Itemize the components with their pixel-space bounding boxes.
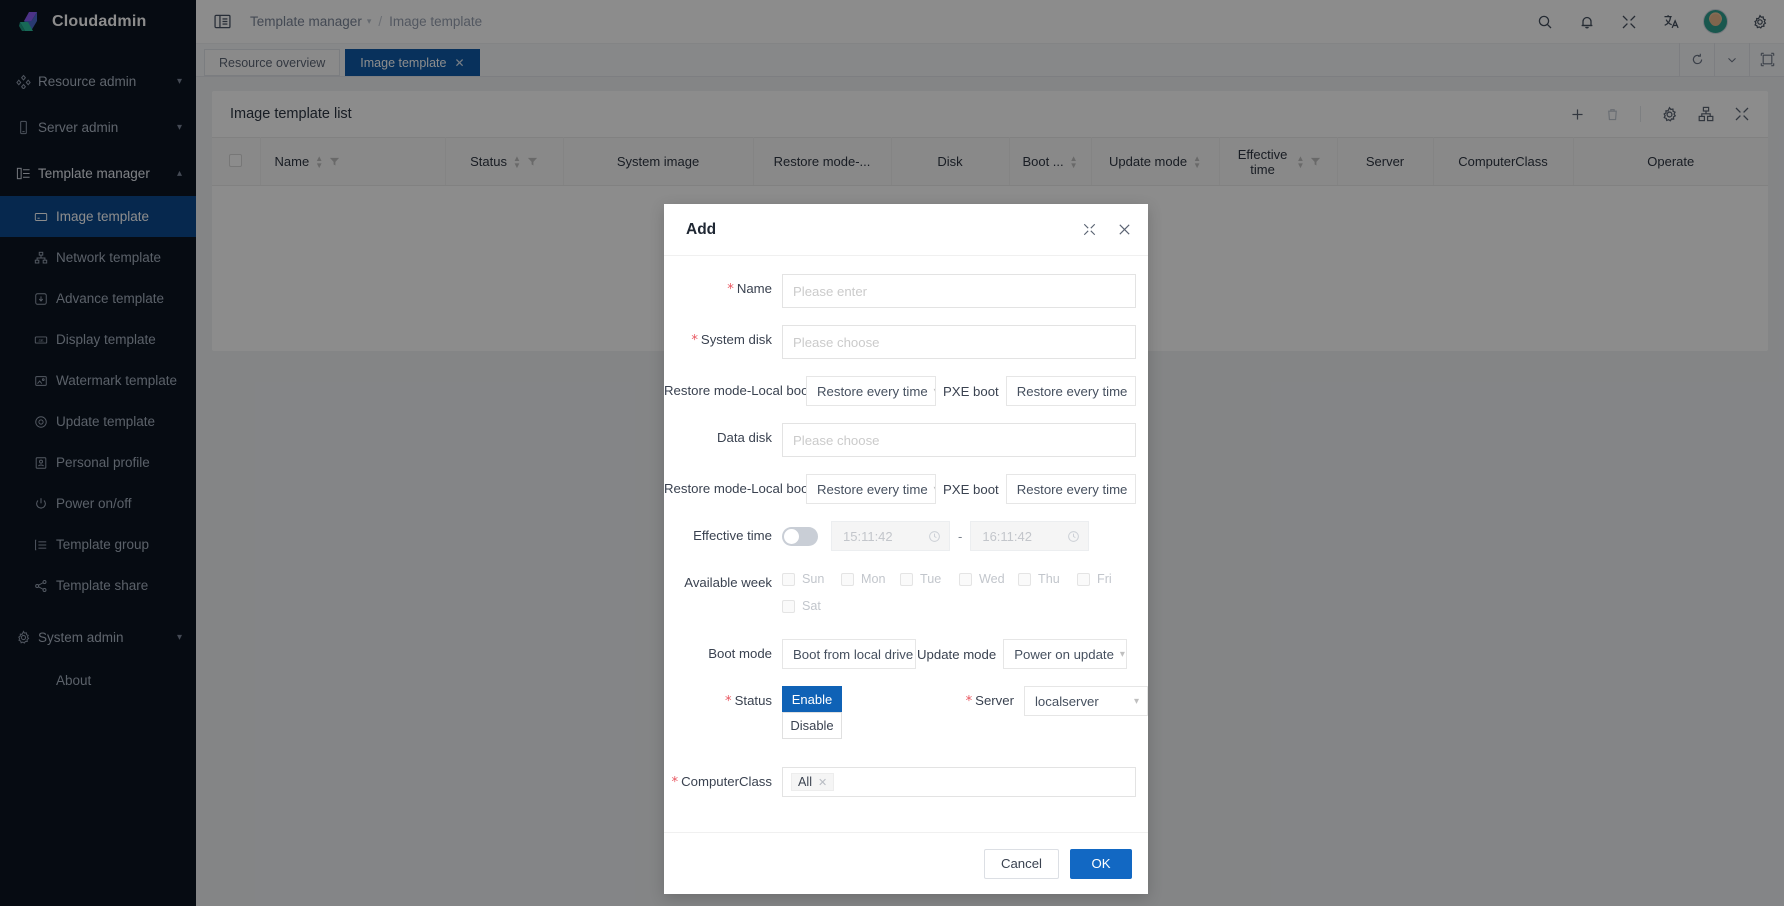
restore-mode-1-pxe-label: PXE boot <box>943 383 999 399</box>
effective-time-label: Effective time <box>693 528 772 543</box>
restore-mode-1-pxe-value: Restore every time <box>1016 383 1128 399</box>
checkbox-box <box>900 572 913 586</box>
boot-mode-label: Boot mode <box>708 646 772 661</box>
field-row-effective-time: Effective time 15:11:42 - 16:11:42 <box>664 521 1148 551</box>
add-template-dialog: Add Name Pleas <box>664 204 1148 894</box>
field-row-data-disk: Data disk Please choose <box>664 423 1148 457</box>
update-mode-label: Update mode <box>917 646 997 662</box>
system-disk-label: System disk <box>664 325 782 356</box>
checkbox-box <box>782 599 795 613</box>
cancel-button[interactable]: Cancel <box>983 848 1059 879</box>
chevron-down-icon: ▾ <box>1119 648 1125 660</box>
data-disk-select[interactable]: Please choose <box>782 423 1136 457</box>
server-value: localserver <box>1035 693 1099 709</box>
week-checkbox-sun[interactable]: Sun <box>782 568 841 590</box>
field-row-restore-mode-2: Restore mode-Local boot Restore every ti… <box>664 474 1148 504</box>
week-label: Wed <box>979 572 1005 586</box>
week-label: Sun <box>802 572 825 586</box>
tag-label: All <box>798 775 812 789</box>
computer-class-select[interactable]: All ✕ <box>782 767 1136 797</box>
dialog-title: Add <box>686 220 717 238</box>
name-input[interactable]: Please enter <box>782 274 1136 308</box>
week-label: Fri <box>1097 572 1112 586</box>
effective-time-start-value: 15:11:42 <box>843 528 893 544</box>
field-row-name: Name Please enter <box>664 274 1148 308</box>
effective-time-end-value: 16:11:42 <box>982 528 1032 544</box>
name-placeholder: Please enter <box>793 283 868 299</box>
remove-tag-icon[interactable]: ✕ <box>818 776 827 789</box>
app-root: Cloudadmin Resource admin ▾ Server admin… <box>0 0 1784 906</box>
week-checkbox-thu[interactable]: Thu <box>1018 568 1077 590</box>
status-label: Status <box>664 686 782 717</box>
clock-icon <box>928 530 941 543</box>
effective-time-start-input[interactable]: 15:11:42 <box>831 521 950 551</box>
dialog-body: Name Please enter System disk Please cho… <box>664 256 1148 832</box>
week-label: Thu <box>1038 572 1060 586</box>
field-row-restore-mode-1: Restore mode-Local boot Restore every ti… <box>664 376 1148 406</box>
week-checkbox-mon[interactable]: Mon <box>841 568 900 590</box>
computer-class-label: ComputerClass <box>664 767 782 798</box>
available-week-label: Available week <box>684 575 772 590</box>
update-mode-value: Power on update <box>1014 646 1114 662</box>
restore-mode-2-pxe-select[interactable]: Restore every time <box>1005 474 1136 504</box>
field-row-status: Status Enable Disable Server localserver… <box>664 686 1148 739</box>
server-label: Server <box>966 686 1024 717</box>
status-option-disable[interactable]: Disable <box>782 712 842 739</box>
ok-button[interactable]: OK <box>1070 848 1132 879</box>
week-checkbox-fri[interactable]: Fri <box>1077 568 1136 590</box>
week-label: Mon <box>861 572 886 586</box>
restore-mode-2-label: Restore mode-Local boot <box>664 481 806 496</box>
computer-class-tag: All ✕ <box>791 773 835 791</box>
status-option-enable[interactable]: Enable <box>782 686 842 713</box>
restore-mode-1-local-value: Restore every time <box>817 383 928 399</box>
system-disk-select[interactable]: Please choose <box>782 325 1136 359</box>
effective-time-toggle[interactable] <box>782 526 818 546</box>
expand-icon[interactable] <box>1082 222 1097 237</box>
server-select[interactable]: localserver ▾ <box>1024 686 1148 716</box>
field-row-available-week: Available week Sun Mon Tue Wed Thu Fri S… <box>664 568 1148 617</box>
data-disk-label: Data disk <box>717 430 772 445</box>
checkbox-box <box>841 572 854 586</box>
restore-mode-2-pxe-label: PXE boot <box>943 481 999 497</box>
checkbox-box <box>959 572 972 586</box>
name-label: Name <box>664 274 782 305</box>
update-mode-select[interactable]: Power on update ▾ <box>1003 639 1128 669</box>
week-checkbox-tue[interactable]: Tue <box>900 568 959 590</box>
close-icon[interactable] <box>1117 222 1132 237</box>
available-week-checkbox-group: Sun Mon Tue Wed Thu Fri Sat <box>782 568 1148 617</box>
restore-mode-2-local-select[interactable]: Restore every time ▾ <box>806 474 936 504</box>
time-range-separator: - <box>958 528 963 544</box>
chevron-down-icon: ▾ <box>1133 695 1139 707</box>
checkbox-box <box>1018 572 1031 586</box>
week-label: Sat <box>802 599 821 613</box>
dialog-header: Add <box>664 204 1148 256</box>
week-checkbox-sat[interactable]: Sat <box>782 595 841 617</box>
week-checkbox-wed[interactable]: Wed <box>959 568 1018 590</box>
checkbox-box <box>1077 572 1090 586</box>
dialog-header-actions <box>1082 222 1132 237</box>
restore-mode-1-pxe-select[interactable]: Restore every time <box>1005 376 1136 406</box>
restore-mode-1-local-select[interactable]: Restore every time ▾ <box>806 376 936 406</box>
checkbox-box <box>782 572 795 586</box>
clock-icon <box>1067 530 1080 543</box>
restore-mode-1-label: Restore mode-Local boot <box>664 383 806 398</box>
restore-mode-2-local-value: Restore every time <box>817 481 928 497</box>
field-row-computer-class: ComputerClass All ✕ <box>664 767 1148 798</box>
effective-time-end-input[interactable]: 16:11:42 <box>970 521 1090 551</box>
field-row-system-disk: System disk Please choose <box>664 325 1148 359</box>
restore-mode-2-pxe-value: Restore every time <box>1016 481 1128 497</box>
field-row-boot-mode: Boot mode Boot from local drive ▾ Update… <box>664 639 1148 669</box>
toggle-knob <box>784 528 799 544</box>
boot-mode-value: Boot from local drive <box>793 646 914 662</box>
boot-mode-select[interactable]: Boot from local drive ▾ <box>782 639 916 669</box>
status-segmented-control: Enable Disable <box>782 686 842 739</box>
data-disk-placeholder: Please choose <box>793 432 880 448</box>
system-disk-placeholder: Please choose <box>793 334 880 350</box>
dialog-footer: Cancel OK <box>664 832 1148 894</box>
week-label: Tue <box>920 572 942 586</box>
